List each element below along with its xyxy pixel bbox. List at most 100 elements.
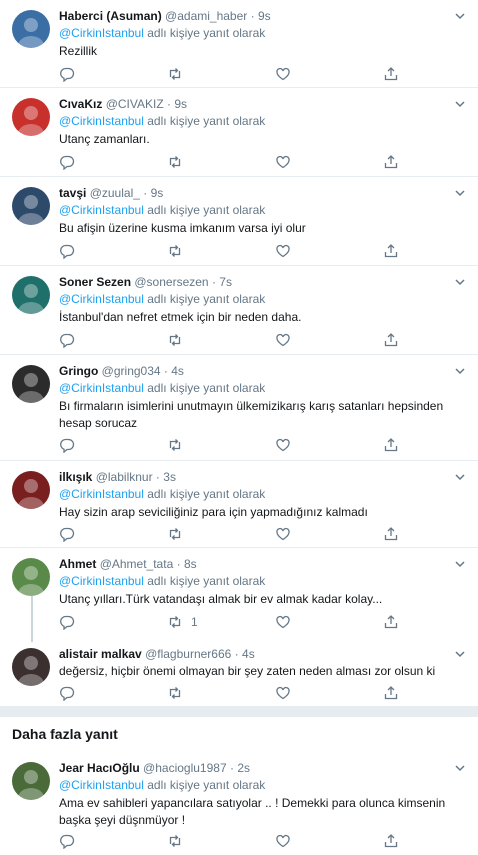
user-handle[interactable]: @Ahmet_tata [100,557,174,571]
timestamp[interactable]: 9s [174,97,187,111]
timestamp[interactable]: 7s [219,275,232,289]
retweet-icon[interactable] [167,833,183,849]
tweet[interactable]: CıvaKız @CIVAKIZ · 9s @CirkinIstanbul adl… [0,88,478,177]
tweet[interactable]: Ahmet @Ahmet_tata · 8s @CirkinIstanbul ad… [0,548,478,638]
avatar[interactable] [12,558,50,596]
mention-link[interactable]: @CirkinIstanbul [59,778,144,792]
mention-link[interactable]: @CirkinIstanbul [59,487,144,501]
user-handle[interactable]: @adami_haber [165,9,247,23]
retweet-icon[interactable] [167,154,183,170]
timestamp[interactable]: 4s [171,364,184,378]
tweet[interactable]: ilkışık @labilknur · 3s @CirkinIstanbul a… [0,461,478,548]
tweet[interactable]: Soner Sezen @sonersezen · 7s @CirkinIstan… [0,266,478,355]
user-handle[interactable]: @sonersezen [134,275,208,289]
chevron-down-icon[interactable] [452,274,468,290]
avatar[interactable] [12,187,50,225]
timestamp[interactable]: 3s [163,470,176,484]
chevron-down-icon[interactable] [452,363,468,379]
avatar[interactable] [12,276,50,314]
user-handle[interactable]: @zuulal_ [90,186,140,200]
like-icon[interactable] [275,332,291,348]
display-name[interactable]: alistair malkav [59,647,142,661]
chevron-down-icon[interactable] [452,96,468,112]
user-handle[interactable]: @labilknur [96,470,153,484]
like-icon[interactable] [275,685,291,701]
display-name[interactable]: tavşi [59,186,86,200]
retweet-icon[interactable] [167,243,183,259]
display-name[interactable]: ilkışık [59,470,92,484]
reply-context-label: adlı kişiye yanıt olarak [143,778,266,792]
avatar[interactable] [12,762,50,800]
avatar[interactable] [12,10,50,48]
tweet[interactable]: Gringo @gring034 · 4s @CirkinIstanbul adl… [0,355,478,461]
like-icon[interactable] [275,154,291,170]
chevron-down-icon[interactable] [452,185,468,201]
mention-link[interactable]: @CirkinIstanbul [59,114,144,128]
like-icon[interactable] [275,614,291,630]
retweet-icon[interactable]: 1 [167,614,198,630]
reply-icon[interactable] [59,833,75,849]
chevron-down-icon[interactable] [452,8,468,24]
like-icon[interactable] [275,437,291,453]
like-icon[interactable] [275,66,291,82]
retweet-icon[interactable] [167,332,183,348]
avatar[interactable] [12,98,50,136]
share-icon[interactable] [383,332,399,348]
retweet-icon[interactable] [167,437,183,453]
reply-icon[interactable] [59,243,75,259]
reply-icon[interactable] [59,437,75,453]
display-name[interactable]: Gringo [59,364,98,378]
reply-icon[interactable] [59,332,75,348]
share-icon[interactable] [383,154,399,170]
tweet-text: Utanç yılları.Türk vatandaşı almak bir e… [59,592,383,606]
like-icon[interactable] [275,526,291,542]
timestamp[interactable]: 8s [184,557,197,571]
display-name[interactable]: Soner Sezen [59,275,131,289]
timestamp[interactable]: 4s [242,647,255,661]
retweet-icon[interactable] [167,526,183,542]
reply-icon[interactable] [59,66,75,82]
like-icon[interactable] [275,833,291,849]
tweet[interactable]: alistair malkav @flagburner666 · 4s değer… [0,638,478,707]
reply-icon[interactable] [59,685,75,701]
tweet[interactable]: Haberci (Asuman) @adami_haber · 9s @Cirki… [0,0,478,88]
mention-link[interactable]: @CirkinIstanbul [59,574,144,588]
chevron-down-icon[interactable] [452,760,468,776]
mention-link[interactable]: @CirkinIstanbul [59,26,144,40]
retweet-icon[interactable] [167,685,183,701]
timestamp[interactable]: 9s [151,186,164,200]
reply-icon[interactable] [59,526,75,542]
share-icon[interactable] [383,66,399,82]
user-handle[interactable]: @gring034 [102,364,161,378]
tweet[interactable]: Jear HacıOğlu @hacioglu1987 · 2s @CirkinI… [0,752,478,855]
share-icon[interactable] [383,614,399,630]
display-name[interactable]: Jear HacıOğlu [59,761,140,775]
avatar[interactable] [12,648,50,686]
mention-link[interactable]: @CirkinIstanbul [59,203,144,217]
user-handle[interactable]: @CIVAKIZ [106,97,164,111]
like-icon[interactable] [275,243,291,259]
tweet[interactable]: tavşi @zuulal_ · 9s @CirkinIstanbul adlı … [0,177,478,266]
reply-icon[interactable] [59,614,75,630]
share-icon[interactable] [383,437,399,453]
user-handle[interactable]: @flagburner666 [145,647,231,661]
reply-icon[interactable] [59,154,75,170]
display-name[interactable]: CıvaKız [59,97,102,111]
display-name[interactable]: Ahmet [59,557,96,571]
avatar[interactable] [12,471,50,509]
share-icon[interactable] [383,243,399,259]
timestamp[interactable]: 9s [258,9,271,23]
retweet-icon[interactable] [167,66,183,82]
chevron-down-icon[interactable] [452,469,468,485]
mention-link[interactable]: @CirkinIstanbul [59,381,144,395]
chevron-down-icon[interactable] [452,556,468,572]
avatar[interactable] [12,365,50,403]
share-icon[interactable] [383,833,399,849]
chevron-down-icon[interactable] [452,646,468,662]
display-name[interactable]: Haberci (Asuman) [59,9,162,23]
share-icon[interactable] [383,685,399,701]
mention-link[interactable]: @CirkinIstanbul [59,292,144,306]
timestamp[interactable]: 2s [237,761,250,775]
user-handle[interactable]: @hacioglu1987 [143,761,227,775]
share-icon[interactable] [383,526,399,542]
